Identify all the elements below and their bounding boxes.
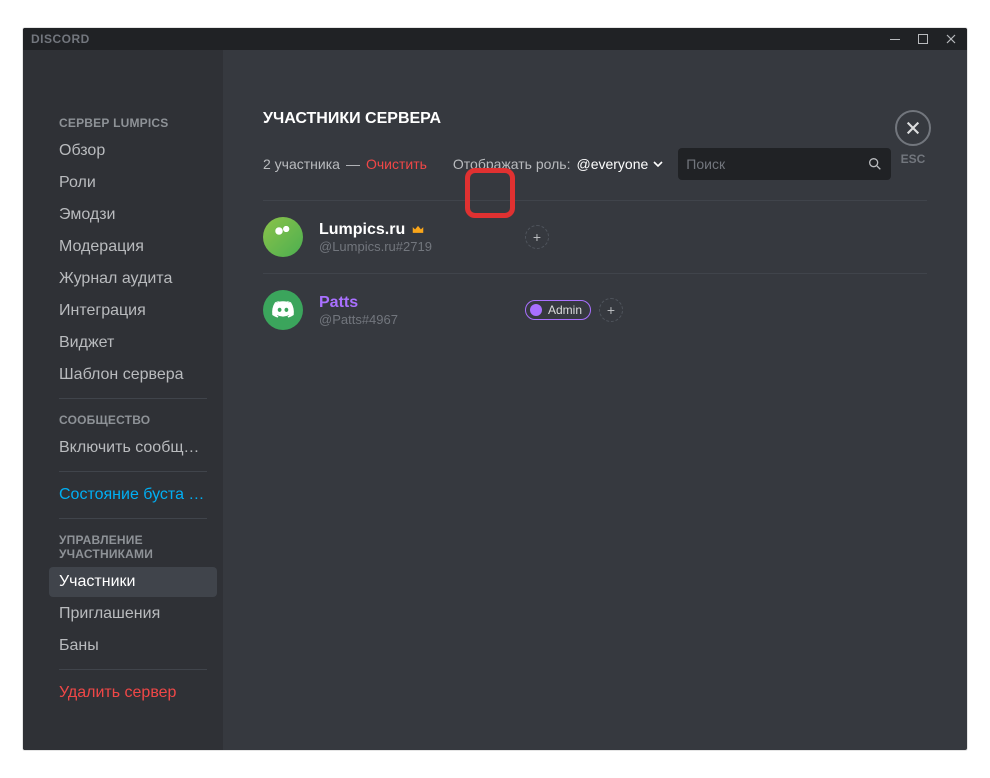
search-icon [867,156,883,172]
sidebar-item-widget[interactable]: Виджет [49,328,217,358]
member-row[interactable]: Patts @Patts#4967 Admin + [263,274,927,346]
search-input[interactable] [686,156,867,172]
esc-label: ESC [895,152,931,166]
clear-link[interactable]: Очистить [366,156,427,172]
chevron-down-icon [652,158,664,170]
sidebar-item-bans[interactable]: Баны [49,631,217,661]
discord-icon [271,298,295,322]
settings-sidebar: СЕРВЕР LUMPICS Обзор Роли Эмодзи Модерац… [23,50,223,750]
member-name-text: Patts [319,294,358,312]
sidebar-item-enable-community[interactable]: Включить сообщество [49,433,217,463]
member-roles: + [525,225,549,249]
sidebar-separator [59,398,207,399]
member-count: 2 участника [263,156,340,172]
sidebar-separator [59,518,207,519]
minimize-icon [889,33,901,45]
sidebar-item-moderation[interactable]: Модерация [49,232,217,262]
avatar [263,217,303,257]
member-name-text: Lumpics.ru [319,221,405,239]
wordmark: DISCORD [31,32,90,46]
page-title: УЧАСТНИКИ СЕРВЕРА [263,110,927,128]
sidebar-item-delete-server[interactable]: Удалить сервер [49,678,217,708]
maximize-button[interactable] [909,28,937,50]
sidebar-item-invites[interactable]: Приглашения [49,599,217,629]
member-info: Patts @Patts#4967 [319,294,509,327]
close-settings-button[interactable] [895,110,931,146]
member-row[interactable]: Lumpics.ru @Lumpics.ru#2719 + [263,201,927,273]
crown-icon [411,223,425,237]
close-window-button[interactable] [937,28,965,50]
role-chip-admin[interactable]: Admin [525,300,591,320]
avatar [263,290,303,330]
sidebar-separator [59,471,207,472]
role-filter-value: @everyone [576,156,648,172]
window-controls [881,28,965,50]
search-box[interactable] [678,148,891,180]
settings-wrap: СЕРВЕР LUMPICS Обзор Роли Эмодзи Модерац… [23,50,967,750]
members-toolbar: 2 участника — Очистить Отображать роль: … [263,148,927,180]
close-icon [905,120,921,136]
sidebar-header-user-management: УПРАВЛЕНИЕ УЧАСТНИКАМИ [49,527,217,567]
maximize-icon [917,33,929,45]
sidebar-item-audit-log[interactable]: Журнал аудита [49,264,217,294]
sidebar-header-server: СЕРВЕР LUMPICS [49,110,217,136]
member-roles: Admin + [525,298,623,322]
add-role-button[interactable]: + [525,225,549,249]
content-region: УЧАСТНИКИ СЕРВЕРА 2 участника — Очистить… [223,50,967,750]
sidebar-item-members[interactable]: Участники [49,567,217,597]
sidebar-item-integrations[interactable]: Интеграция [49,296,217,326]
sidebar-item-template[interactable]: Шаблон сервера [49,360,217,390]
member-info: Lumpics.ru @Lumpics.ru#2719 [319,221,509,254]
role-filter-dropdown[interactable]: @everyone [576,156,664,172]
filter-label: Отображать роль: [453,156,571,172]
sidebar-item-emoji[interactable]: Эмодзи [49,200,217,230]
sidebar-header-community: СООБЩЕСТВО [49,407,217,433]
close-tools: ESC [895,110,931,166]
minimize-button[interactable] [881,28,909,50]
role-color-dot [530,304,542,316]
close-icon [945,33,957,45]
member-name: Lumpics.ru [319,221,509,239]
sidebar-item-boost-status[interactable]: Состояние буста серв… [49,480,217,510]
member-name: Patts [319,294,509,312]
app-frame: DISCORD СЕРВЕР LUMPICS Обзор Роли Эмодзи… [23,28,967,750]
role-chip-label: Admin [548,303,582,317]
member-tag: @Patts#4967 [319,312,509,327]
titlebar: DISCORD [23,28,967,50]
sidebar-item-overview[interactable]: Обзор [49,136,217,166]
member-tag: @Lumpics.ru#2719 [319,239,509,254]
sidebar-item-roles[interactable]: Роли [49,168,217,198]
sidebar-separator [59,669,207,670]
dash: — [346,156,360,172]
add-role-button[interactable]: + [599,298,623,322]
